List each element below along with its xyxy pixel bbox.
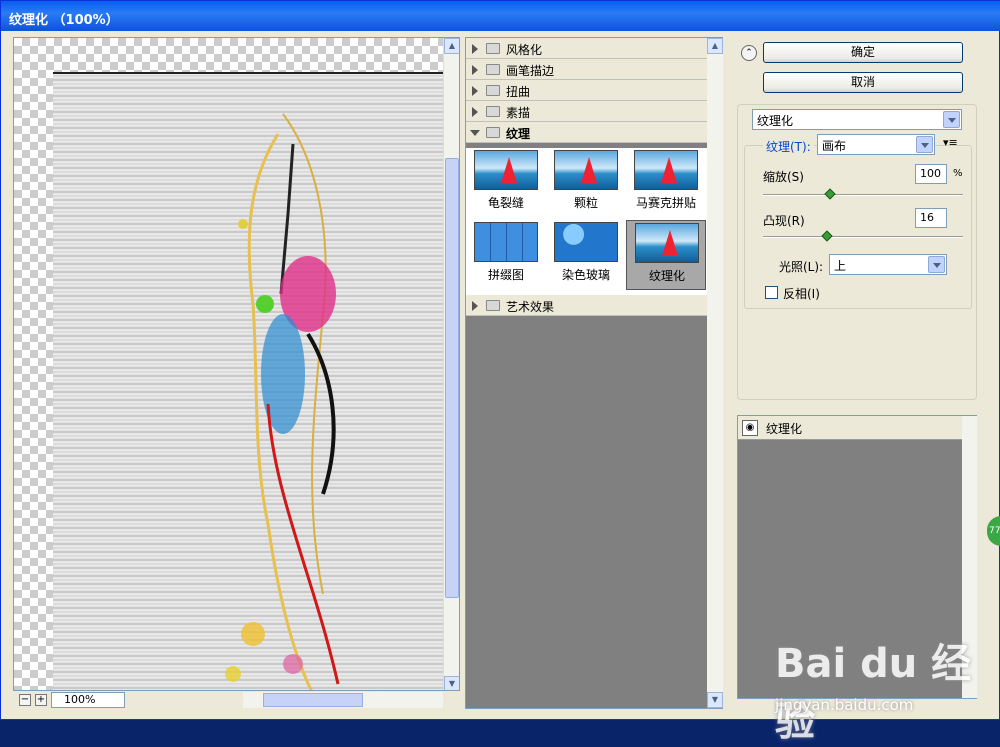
- eye-icon[interactable]: ◉: [742, 420, 758, 436]
- thumbnail-image: [474, 222, 538, 262]
- settings-panel: ⌃ 确定 取消 纹理化 纹理(T): 画布 ▾≡ 缩放(S) 100 % 凸现(…: [725, 37, 997, 709]
- dialog-body: ▲ ▼ − + 100% 风格化 画笔描边 扭曲 素描 纹理 龟裂缝 颗粒 马赛…: [5, 31, 997, 745]
- expand-arrow-icon: [472, 65, 478, 75]
- expand-arrow-icon: [472, 44, 478, 54]
- category-label: 素描: [506, 106, 531, 120]
- texture-thumbnails: 龟裂缝 颗粒 马赛克拼贴 拼缀图 染色玻璃 纹理化: [466, 148, 707, 295]
- scroll-up-icon[interactable]: ▲: [707, 38, 723, 54]
- thumb-label: 拼缀图: [487, 268, 524, 282]
- collapse-gallery-icon[interactable]: ⌃: [741, 45, 757, 61]
- figure-painting: [225, 113, 340, 690]
- ok-button[interactable]: 确定: [763, 42, 963, 63]
- light-direction-value: 上: [834, 259, 847, 273]
- filter-list-scrollbar[interactable]: ▲ ▼: [707, 38, 723, 708]
- filter-select-value: 纹理化: [757, 114, 794, 128]
- scale-input[interactable]: 100: [915, 164, 947, 184]
- window-title: 纹理化 （100%）: [1, 1, 1000, 31]
- texture-label: 纹理(T):: [763, 138, 814, 155]
- hscroll-thumb[interactable]: [263, 693, 363, 707]
- texture-options-group: 纹理(T): 画布 ▾≡ 缩放(S) 100 % 凸现(R) 16 光照(L):…: [744, 134, 972, 309]
- scroll-thumb[interactable]: [445, 158, 459, 598]
- relief-slider-knob[interactable]: [821, 230, 833, 242]
- thumbnail-image: [554, 222, 618, 262]
- scale-unit: %: [953, 168, 963, 179]
- thumb-stained-glass[interactable]: 染色玻璃: [546, 220, 626, 290]
- thumb-label: 龟裂缝: [487, 196, 524, 210]
- light-label: 光照(L):: [779, 260, 824, 274]
- filter-select[interactable]: 纹理化: [752, 109, 962, 130]
- folder-icon: [486, 106, 500, 117]
- filter-options-panel: 纹理化 纹理(T): 画布 ▾≡ 缩放(S) 100 % 凸现(R) 16 光照…: [737, 104, 977, 400]
- category-label: 纹理: [506, 127, 531, 141]
- scroll-down-icon[interactable]: ▼: [707, 692, 723, 708]
- preview-pane[interactable]: ▲ ▼: [13, 37, 460, 691]
- scroll-down-icon[interactable]: ▼: [444, 676, 459, 690]
- thumb-craquelure[interactable]: 龟裂缝: [466, 148, 546, 218]
- invert-label: 反相(I): [783, 287, 820, 301]
- category-texture[interactable]: 纹理: [466, 122, 707, 143]
- folder-icon: [486, 300, 500, 311]
- thumb-label: 纹理化: [648, 269, 685, 283]
- thumbnail-image: [634, 150, 698, 190]
- preview-zoom-bar: − + 100%: [13, 691, 460, 709]
- thumb-label: 马赛克拼贴: [635, 196, 696, 210]
- thumb-texturizer[interactable]: 纹理化: [626, 220, 706, 290]
- chevron-down-icon: [928, 256, 945, 273]
- light-direction-select[interactable]: 上: [829, 254, 947, 275]
- category-label: 艺术效果: [506, 300, 555, 314]
- effect-layer-label: 纹理化: [766, 422, 803, 436]
- thumb-mosaic-tiles[interactable]: 马赛克拼贴: [626, 148, 706, 218]
- thumb-patchwork[interactable]: 拼缀图: [466, 220, 546, 290]
- folder-icon: [486, 64, 500, 75]
- folder-icon: [486, 43, 500, 54]
- relief-input[interactable]: 16: [915, 208, 947, 228]
- category-label: 风格化: [506, 43, 543, 57]
- category-stylize[interactable]: 风格化: [466, 38, 707, 59]
- filter-dialog-window: 纹理化 （100%） ▲ ▼ − + 100% 风格化 画笔描边 扭曲 素描 纹…: [0, 0, 1000, 745]
- zoom-out-button[interactable]: −: [19, 694, 31, 706]
- baidu-watermark-url: jingyan.baidu.com: [775, 696, 914, 714]
- folder-icon: [486, 85, 500, 96]
- relief-label: 凸现(R): [763, 214, 805, 228]
- thumbnail-image: [474, 150, 538, 190]
- thumbnail-image: [554, 150, 618, 190]
- chevron-down-icon: [916, 136, 933, 153]
- collapse-arrow-icon: [470, 130, 480, 136]
- thumbnail-image: [635, 223, 699, 263]
- scale-slider[interactable]: [763, 194, 963, 196]
- preview-horizontal-scrollbar[interactable]: [243, 692, 443, 708]
- baidu-watermark-logo: Bai du 经验: [775, 641, 972, 745]
- texture-type-value: 画布: [822, 139, 847, 153]
- expand-arrow-icon: [472, 301, 478, 311]
- category-label: 扭曲: [506, 85, 531, 99]
- category-brush-strokes[interactable]: 画笔描边: [466, 59, 707, 80]
- expand-arrow-icon: [472, 86, 478, 96]
- zoom-in-button[interactable]: +: [35, 694, 47, 706]
- chevron-down-icon: [943, 111, 960, 128]
- thumb-label: 颗粒: [573, 196, 598, 210]
- cancel-button[interactable]: 取消: [763, 72, 963, 93]
- category-artistic[interactable]: 艺术效果: [466, 295, 707, 316]
- zoom-select[interactable]: 100%: [51, 692, 125, 708]
- category-sketch[interactable]: 素描: [466, 101, 707, 122]
- texture-type-select[interactable]: 画布: [817, 134, 935, 155]
- category-label: 画笔描边: [506, 64, 555, 78]
- zoom-value: 100%: [64, 693, 96, 706]
- folder-open-icon: [486, 127, 500, 138]
- preview-image[interactable]: [53, 72, 445, 690]
- filter-gallery-list: 风格化 画笔描边 扭曲 素描 纹理 龟裂缝 颗粒 马赛克拼贴 拼缀图 染色玻璃 …: [465, 37, 723, 709]
- scale-label: 缩放(S): [763, 170, 804, 184]
- thumb-label: 染色玻璃: [561, 268, 610, 282]
- scale-slider-knob[interactable]: [824, 188, 836, 200]
- preview-vertical-scrollbar[interactable]: ▲ ▼: [443, 38, 459, 690]
- scroll-up-icon[interactable]: ▲: [444, 38, 459, 54]
- expand-arrow-icon: [472, 107, 478, 117]
- texture-menu-icon[interactable]: ▾≡: [943, 136, 958, 149]
- relief-slider[interactable]: [763, 236, 963, 238]
- effect-layer-row[interactable]: ◉ 纹理化: [738, 416, 962, 440]
- thumb-grain[interactable]: 颗粒: [546, 148, 626, 218]
- category-distort[interactable]: 扭曲: [466, 80, 707, 101]
- invert-checkbox[interactable]: [765, 286, 778, 299]
